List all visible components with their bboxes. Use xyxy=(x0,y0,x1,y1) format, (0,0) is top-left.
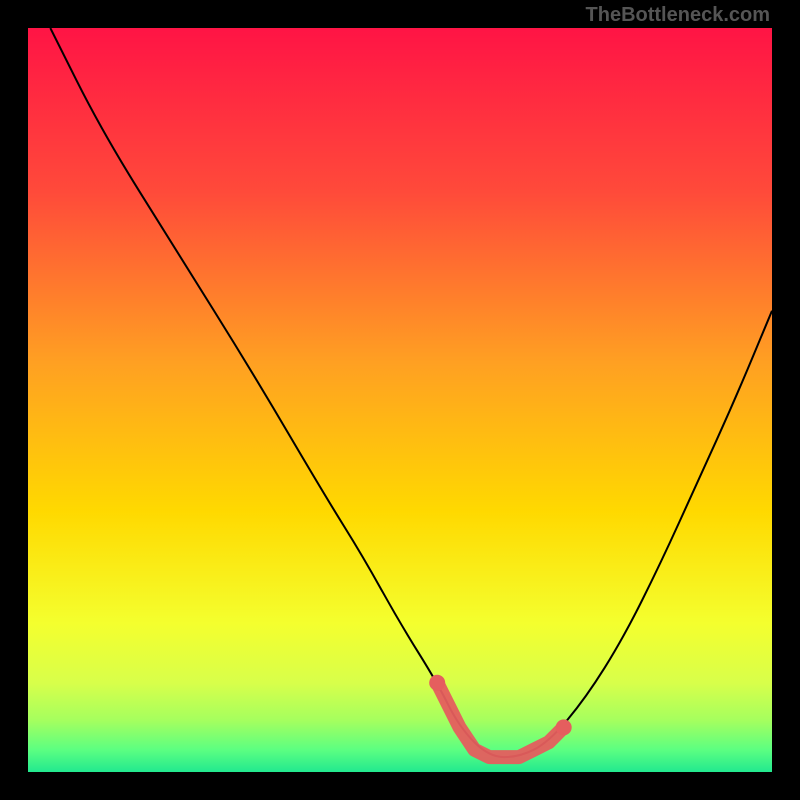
curve-line xyxy=(50,28,772,757)
chart-frame: TheBottleneck.com xyxy=(0,0,800,800)
bottleneck-curve xyxy=(28,28,772,772)
watermark-text: TheBottleneck.com xyxy=(586,4,770,27)
optimal-range-highlight xyxy=(429,675,571,757)
plot-area xyxy=(28,28,772,772)
